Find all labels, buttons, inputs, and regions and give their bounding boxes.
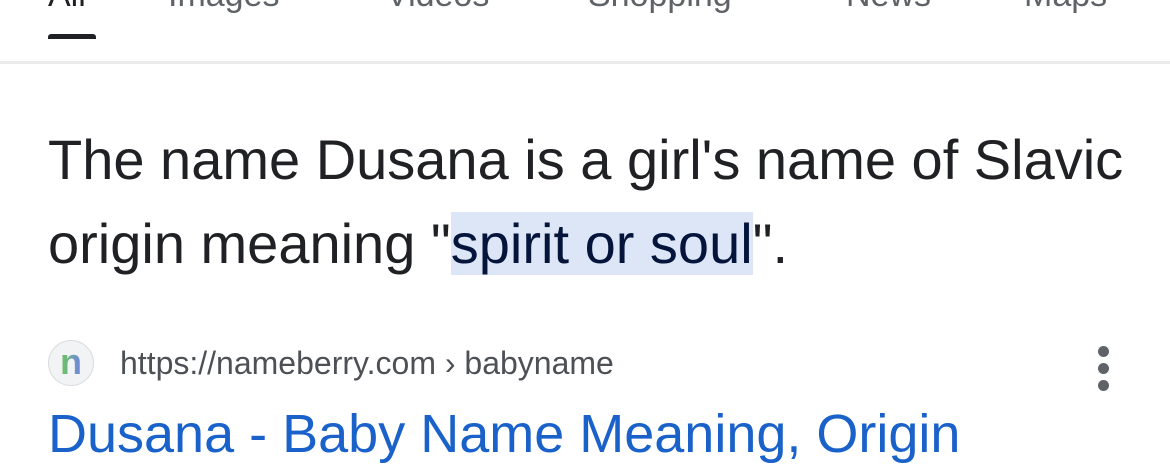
tab-shopping[interactable]: Shopping <box>588 0 732 12</box>
search-tabs: All Images Videos Shopping News Maps <box>0 0 1170 64</box>
tab-maps[interactable]: Maps <box>1024 0 1107 12</box>
tab-news[interactable]: News <box>846 0 931 12</box>
tab-images[interactable]: Images <box>168 0 280 12</box>
result-title-link[interactable]: Dusana - Baby Name Meaning, Origin <box>48 404 960 464</box>
answer-text-end: ". <box>752 212 789 275</box>
featured-answer: The name Dusana is a girl's name of Slav… <box>48 118 1128 286</box>
more-vert-icon[interactable] <box>1094 346 1114 392</box>
favicon-letter: n <box>49 341 93 385</box>
answer-highlight: spirit or soul <box>450 212 753 275</box>
site-favicon-icon: n <box>48 340 94 386</box>
tab-all-indicator <box>48 34 96 39</box>
tab-all[interactable]: All <box>48 0 86 12</box>
source-row[interactable]: n https://nameberry.com › babyname <box>48 340 1128 391</box>
tab-videos[interactable]: Videos <box>386 0 489 12</box>
source-url[interactable]: https://nameberry.com › babyname <box>120 344 614 382</box>
